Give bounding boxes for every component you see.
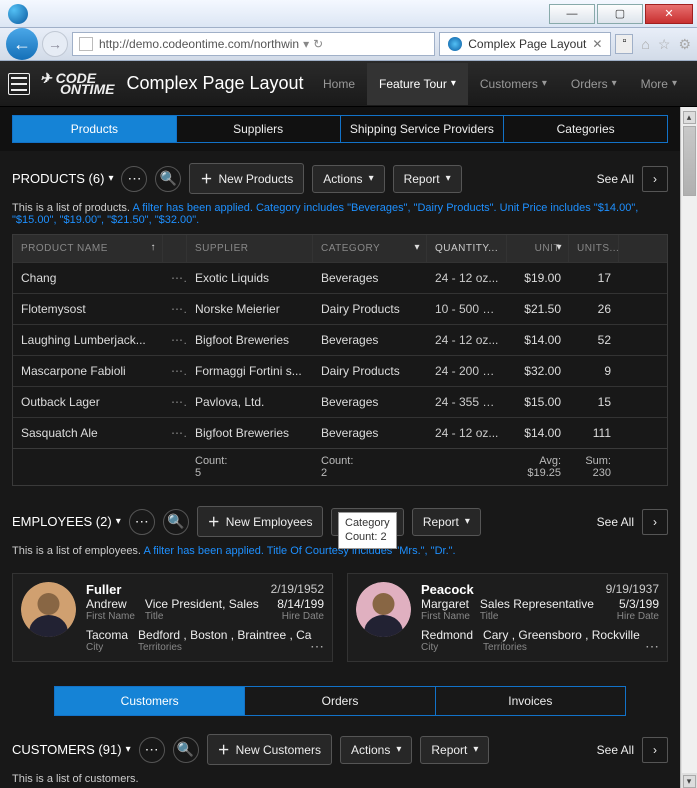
tab-title: Complex Page Layout (468, 37, 586, 51)
row-menu-icon[interactable]: ⋯ (163, 356, 187, 386)
tooltip: CategoryCount: 2 (338, 512, 397, 549)
tab-suppliers[interactable]: Suppliers (177, 116, 341, 142)
favorites-icon[interactable]: ☆ (658, 36, 671, 53)
more-icon[interactable]: ⋯ (129, 509, 155, 535)
table-row[interactable]: Flotemysost⋯Norske MeierierDairy Product… (13, 293, 667, 324)
th-supplier[interactable]: SUPPLIER (187, 235, 313, 262)
actions-button[interactable]: Actions▾ (312, 165, 384, 193)
tab-categories[interactable]: Categories (504, 116, 667, 142)
table-row[interactable]: Chang⋯Exotic LiquidsBeverages24 - 12 oz.… (13, 262, 667, 293)
logo: ✈ CODE ONTIME (40, 71, 114, 96)
site-icon (79, 37, 93, 51)
report-button[interactable]: Report▾ (393, 165, 462, 193)
avatar (21, 582, 76, 637)
close-button[interactable]: ✕ (645, 4, 693, 24)
nav-home[interactable]: Home (311, 63, 367, 105)
actions-button[interactable]: Actions▾ (340, 736, 412, 764)
report-button[interactable]: Report▾ (420, 736, 489, 764)
menu-icon[interactable] (8, 73, 30, 95)
more-icon[interactable]: ⋯ (139, 737, 165, 763)
table-row[interactable]: Sasquatch Ale⋯Bigfoot BreweriesBeverages… (13, 417, 667, 448)
card-menu-icon[interactable]: ⋯ (645, 638, 659, 655)
th-product-name[interactable]: PRODUCT NAME↑ (13, 235, 163, 262)
page-title: Complex Page Layout (126, 73, 303, 94)
chevron-right-icon: › (642, 509, 668, 535)
report-button[interactable]: Report▾ (412, 508, 481, 536)
back-button[interactable]: ← (6, 28, 38, 60)
th-unit-price[interactable]: UNIT▾ (507, 235, 569, 262)
search-icon[interactable]: 🔍 (163, 509, 189, 535)
tab-shipping[interactable]: Shipping Service Providers (341, 116, 505, 142)
products-heading[interactable]: PRODUCTS (6)▾ (12, 171, 113, 186)
browser-tab[interactable]: Complex Page Layout ✕ (439, 32, 611, 56)
chevron-right-icon: › (642, 737, 668, 763)
tab-customers[interactable]: Customers (55, 687, 245, 715)
tab-invoices[interactable]: Invoices (436, 687, 625, 715)
filter-icon: ▾ (556, 242, 562, 253)
row-menu-icon[interactable]: ⋯ (163, 325, 187, 355)
settings-gear-icon[interactable]: ⚙ (678, 36, 691, 53)
filter-icon: ▾ (414, 242, 420, 253)
employees-filter-link[interactable]: A filter has been applied. Title Of Cour… (143, 545, 455, 557)
card-menu-icon[interactable]: ⋯ (310, 638, 324, 655)
tab-products[interactable]: Products (13, 116, 177, 142)
home-icon[interactable]: ⌂ (641, 36, 649, 53)
more-icon[interactable]: ⋯ (121, 166, 147, 192)
scroll-thumb[interactable] (683, 126, 696, 196)
products-table: PRODUCT NAME↑ SUPPLIER CATEGORY▾ QUANTIT… (12, 234, 668, 486)
row-menu-icon[interactable]: ⋯ (163, 263, 187, 293)
url-text: http://demo.codeontime.com/northwin (99, 37, 299, 51)
table-row[interactable]: Laughing Lumberjack...⋯Bigfoot Breweries… (13, 324, 667, 355)
th-quantity[interactable]: QUANTITY... (427, 235, 507, 262)
th-units[interactable]: UNITS... (569, 235, 619, 262)
new-customers-button[interactable]: ＋New Customers (207, 734, 332, 765)
th-category[interactable]: CATEGORY▾ (313, 235, 427, 262)
row-menu-icon[interactable]: ⋯ (163, 418, 187, 448)
chevron-right-icon: › (642, 166, 668, 192)
search-icon[interactable]: 🔍 (155, 166, 181, 192)
table-header: PRODUCT NAME↑ SUPPLIER CATEGORY▾ QUANTIT… (13, 235, 667, 262)
row-menu-icon[interactable]: ⋯ (163, 294, 187, 324)
see-all-employees[interactable]: See All› (597, 509, 668, 535)
vertical-scrollbar[interactable]: ▴ ▾ (680, 107, 697, 788)
url-input[interactable]: http://demo.codeontime.com/northwin ▾ ↻ (72, 32, 435, 56)
ie-icon (8, 4, 28, 24)
new-employees-button[interactable]: ＋New Employees (197, 506, 324, 537)
nav-more[interactable]: More▾ (629, 63, 689, 105)
scroll-down-icon[interactable]: ▾ (683, 775, 696, 788)
employee-card[interactable]: Peacock9/19/1937MargaretFirst NameSales … (347, 573, 668, 662)
url-dropdown-icon[interactable]: ▾ (303, 37, 309, 51)
tab-close-icon[interactable]: ✕ (592, 37, 602, 51)
sort-icon: ↑ (151, 242, 157, 253)
maximize-button[interactable]: ▢ (597, 4, 643, 24)
nav-customers[interactable]: Customers▾ (468, 63, 559, 105)
favicon-icon (448, 37, 462, 51)
tab-orders[interactable]: Orders (245, 687, 435, 715)
nav-orders[interactable]: Orders▾ (559, 63, 629, 105)
forward-button[interactable]: → (42, 31, 68, 57)
employee-card[interactable]: Fuller2/19/1952AndrewFirst NameVice Pres… (12, 573, 333, 662)
avatar (356, 582, 411, 637)
new-products-button[interactable]: ＋New Products (189, 163, 304, 194)
table-row[interactable]: Mascarpone Fabioli⋯Formaggi Fortini s...… (13, 355, 667, 386)
employees-intro: This is a list of employees. (12, 545, 143, 557)
minimize-button[interactable]: — (549, 4, 595, 24)
see-all-customers[interactable]: See All› (597, 737, 668, 763)
table-footer: Count:5 Count:2 Avg:$19.25 Sum:230 (13, 448, 667, 485)
new-tab-button[interactable]: ▫ (615, 34, 633, 54)
employees-heading[interactable]: EMPLOYEES (2)▾ (12, 514, 121, 529)
row-menu-icon[interactable]: ⋯ (163, 387, 187, 417)
nav-feature-tour[interactable]: Feature Tour▾ (367, 63, 468, 105)
refresh-icon[interactable]: ↻ (313, 37, 323, 51)
search-icon[interactable]: 🔍 (173, 737, 199, 763)
scroll-up-icon[interactable]: ▴ (683, 111, 696, 124)
table-row[interactable]: Outback Lager⋯Pavlova, Ltd.Beverages24 -… (13, 386, 667, 417)
products-intro: This is a list of products. (12, 202, 132, 214)
see-all-products[interactable]: See All› (597, 166, 668, 192)
customers-intro: This is a list of customers. (12, 773, 139, 785)
customers-heading[interactable]: CUSTOMERS (91)▾ (12, 742, 131, 757)
